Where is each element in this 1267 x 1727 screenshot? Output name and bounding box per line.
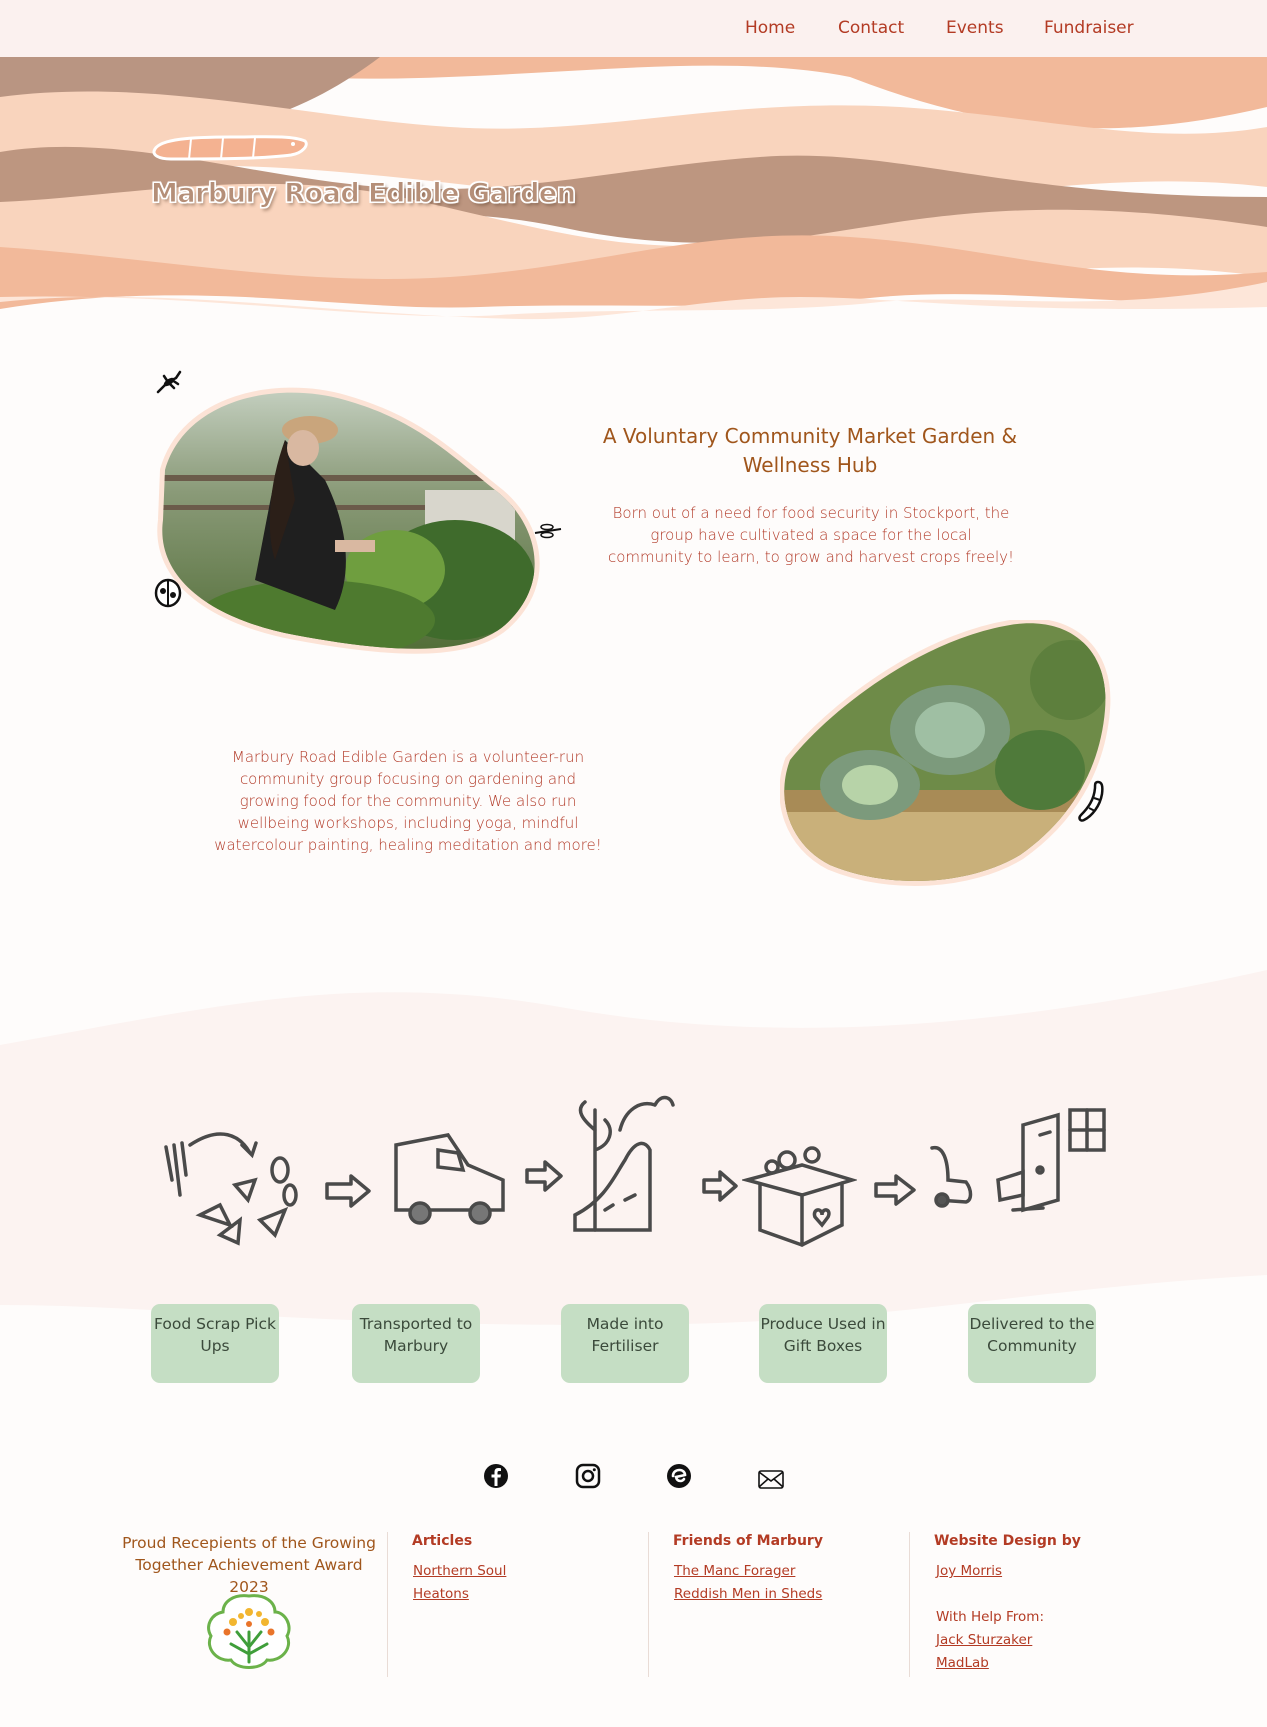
footer-divider	[648, 1532, 649, 1677]
designer-link[interactable]: Joy Morris	[936, 1563, 1002, 1579]
friends-heading: Friends of Marbury	[673, 1533, 823, 1549]
eventbrite-icon[interactable]	[665, 1462, 693, 1490]
arrow-icon	[874, 1174, 916, 1206]
footer-divider	[387, 1532, 388, 1677]
compost-icon	[573, 1095, 675, 1232]
articles-heading: Articles	[412, 1533, 473, 1549]
helper-link-jack[interactable]: Jack Sturzaker	[936, 1632, 1032, 1648]
step-food-scrap: Food Scrap Pick Ups	[151, 1304, 279, 1383]
nav-fundraiser[interactable]: Fundraiser	[1044, 18, 1134, 38]
step-transported: Transported to Marbury	[352, 1304, 480, 1383]
award-logo-icon	[207, 1594, 291, 1669]
top-nav: Home Contact Events Fundraiser	[0, 0, 1267, 58]
nav-events[interactable]: Events	[946, 18, 1004, 38]
footer-divider	[909, 1532, 910, 1677]
intro-paragraph: Born out of a need for food security in …	[607, 504, 1015, 566]
helper-link-madlab[interactable]: MadLab	[936, 1655, 989, 1671]
food-scraps-icon	[164, 1132, 298, 1246]
worm-logo-icon	[152, 135, 308, 161]
gift-box-icon	[742, 1146, 857, 1247]
article-link-northern-soul[interactable]: Northern Soul	[413, 1563, 506, 1579]
nav-home[interactable]: Home	[745, 18, 795, 38]
arrow-icon	[702, 1170, 738, 1202]
instagram-icon[interactable]	[574, 1462, 602, 1490]
nav-contact[interactable]: Contact	[838, 18, 904, 38]
gardener-photo	[157, 387, 540, 654]
delivery-icon	[930, 1108, 1106, 1213]
help-label: With Help From:	[936, 1609, 1045, 1625]
design-heading: Website Design by	[934, 1533, 1081, 1549]
about-paragraph: Marbury Road Edible Garden is a voluntee…	[214, 748, 602, 854]
arrow-icon	[325, 1174, 371, 1208]
facebook-icon[interactable]	[482, 1462, 510, 1490]
dragonfly-icon	[534, 523, 562, 539]
article-link-heatons[interactable]: Heatons	[413, 1586, 469, 1602]
friend-link-reddish-men[interactable]: Reddish Men in Sheds	[674, 1586, 822, 1602]
friend-link-manc-forager[interactable]: The Manc Forager	[674, 1563, 795, 1579]
beetle-icon	[154, 578, 182, 608]
arrow-icon	[525, 1160, 563, 1192]
cabbage-bed-photo	[780, 620, 1111, 886]
intro-heading: A Voluntary Community Market Garden & We…	[602, 424, 1018, 477]
step-fertiliser: Made into Fertiliser	[561, 1304, 689, 1383]
worm-icon	[1078, 780, 1104, 822]
site-title: Marbury Road Edible Garden	[150, 178, 576, 210]
email-icon[interactable]	[757, 1466, 785, 1494]
award-text: Proud Recepients of the Growing Together…	[122, 1534, 376, 1596]
step-delivered: Delivered to the Community	[968, 1304, 1096, 1383]
grasshopper-icon	[156, 370, 182, 394]
van-icon	[394, 1133, 505, 1225]
step-gift-boxes: Produce Used in Gift Boxes	[759, 1304, 887, 1383]
